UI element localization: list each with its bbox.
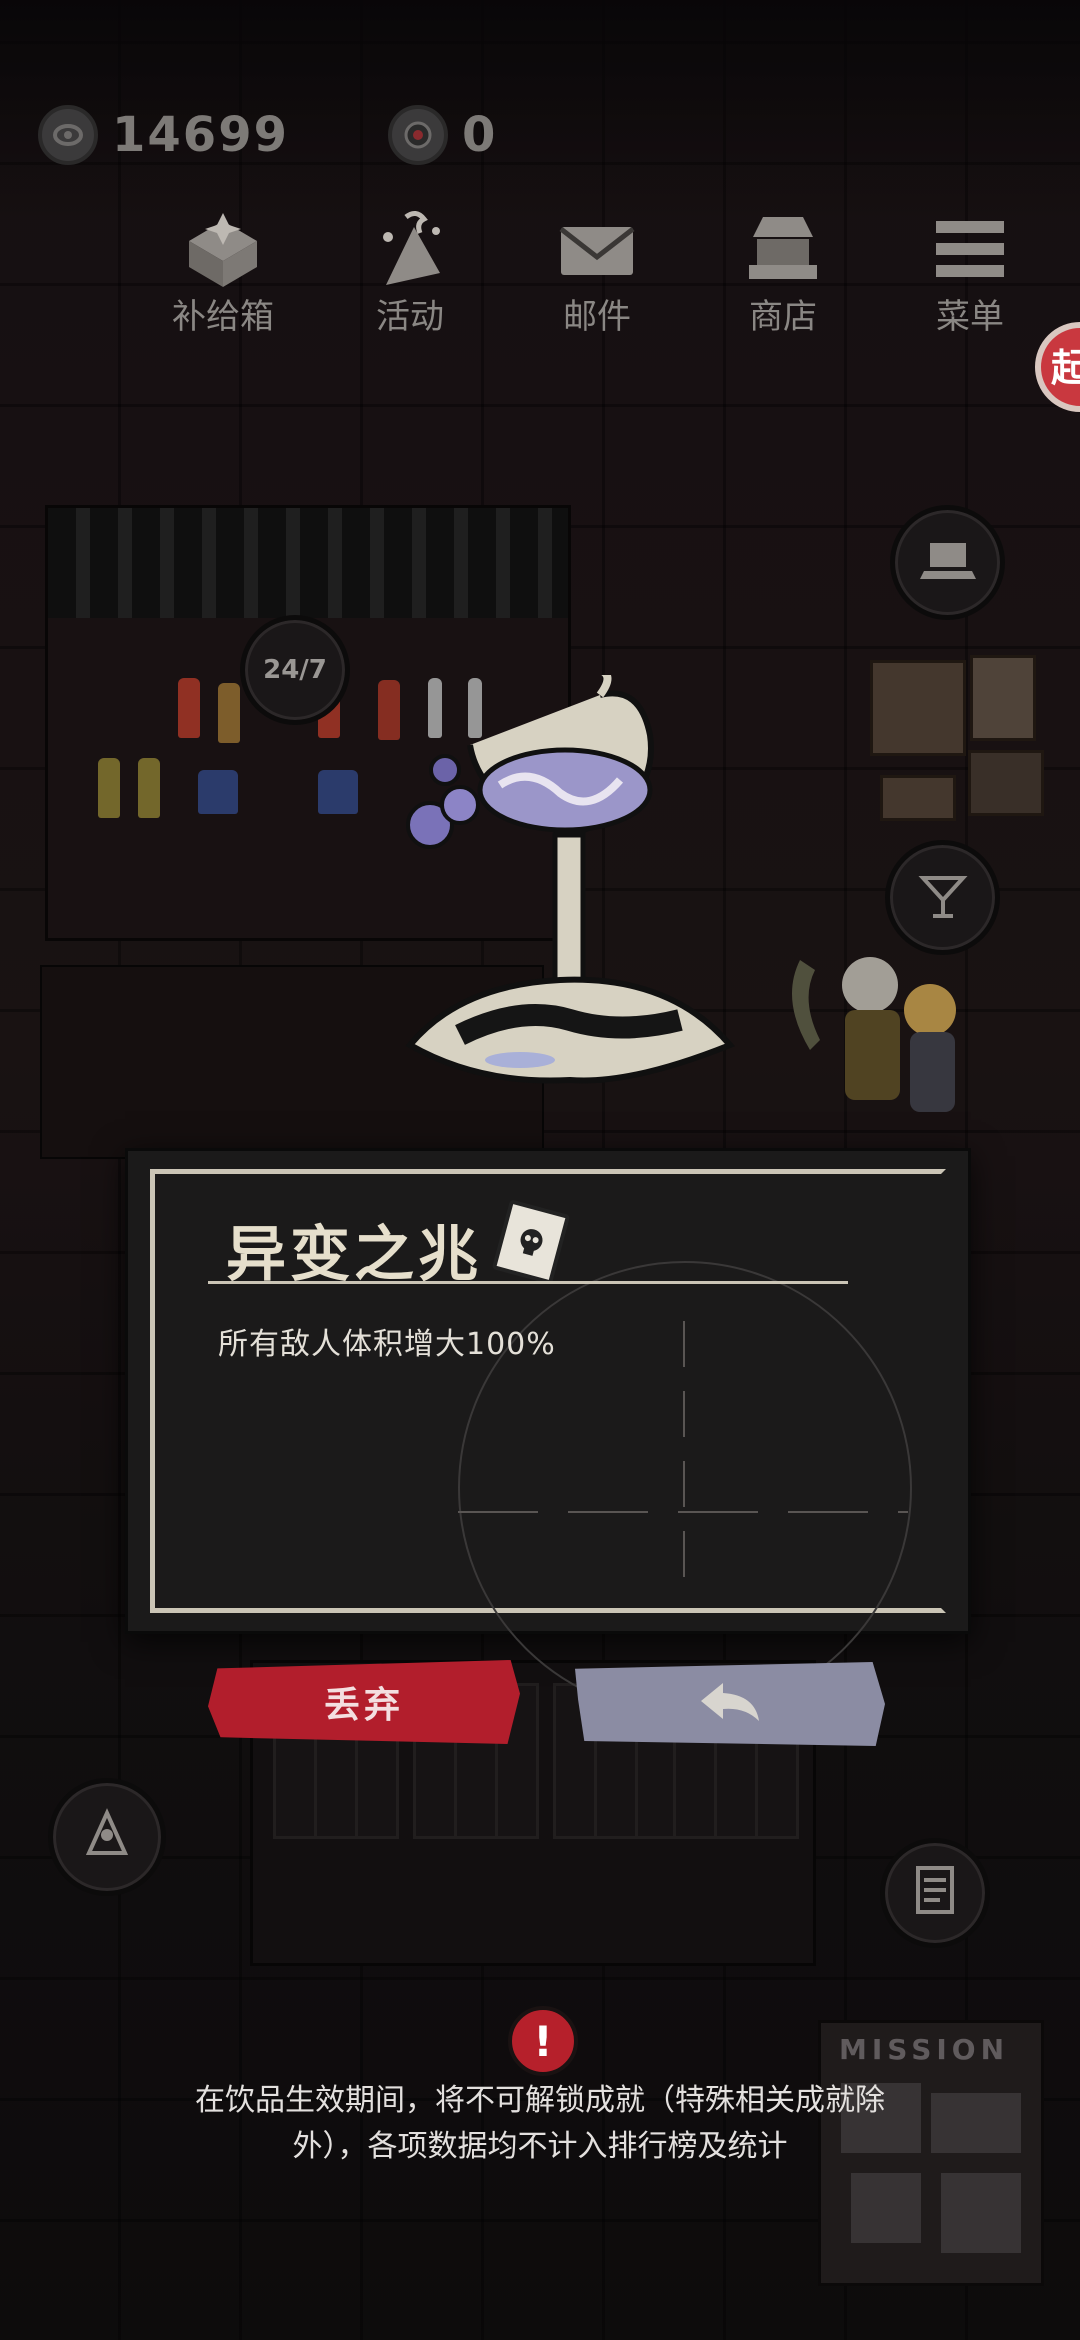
card-crosshair-vertical [683,1321,685,1581]
shelf-247-label: 24/7 [263,655,327,685]
menu-label: 邮件 [563,297,631,337]
menu-label: 菜单 [936,297,1004,337]
task-list-button[interactable] [880,1838,990,1948]
menu-mail[interactable]: 邮件 [522,205,672,338]
shop-icon [737,205,829,293]
hooded-figure-icon [79,1807,135,1867]
drink-effect-card: 异变之兆 所有敌人体积增大100% [125,1148,971,1715]
menu-label: 商店 [749,297,817,337]
drink-title: 异变之兆 [226,1220,482,1290]
menu-label: 活动 [376,297,444,337]
character-button[interactable] [48,1778,166,1896]
back-button[interactable] [575,1662,885,1746]
mail-icon [551,205,643,293]
title-divider [208,1281,848,1284]
menu-icon [924,205,1016,293]
menu-main[interactable]: 菜单 [895,205,1045,338]
drink-effect-notice: 在饮品生效期间，将不可解锁成就（特殊相关成就除外），各项数据均不计入排行榜及统计 [195,2083,885,2164]
token-value: 0 [462,107,498,163]
shelf-247-button[interactable]: 24/7 [240,615,350,725]
token-counter: 0 [388,105,497,165]
card-crosshair-horizontal [458,1511,908,1513]
checklist-icon [910,1864,960,1922]
event-icon [364,205,456,293]
laptop-icon [919,537,976,589]
cocktail-glass-icon [915,868,971,928]
supply-box-icon [177,205,269,293]
warning-icon: ! [508,2006,578,2076]
coin-icon [38,105,98,165]
coin-value: 14699 [112,107,289,163]
menu-events[interactable]: 活动 [335,205,485,338]
eye-token-icon [388,105,448,165]
cocktail-button[interactable] [885,840,1000,955]
drink-description: 所有敌人体积增大100% [218,1327,556,1362]
return-arrow-icon [695,1679,765,1729]
discard-button[interactable]: 丢弃 [208,1660,520,1744]
anomaly-drink-goblet [400,666,740,1095]
menu-label: 补给箱 [172,297,274,337]
computer-button[interactable] [890,505,1005,620]
menu-supply-box[interactable]: 补给箱 [148,205,298,338]
coin-counter: 14699 [38,105,289,165]
menu-shop[interactable]: 商店 [708,205,858,338]
